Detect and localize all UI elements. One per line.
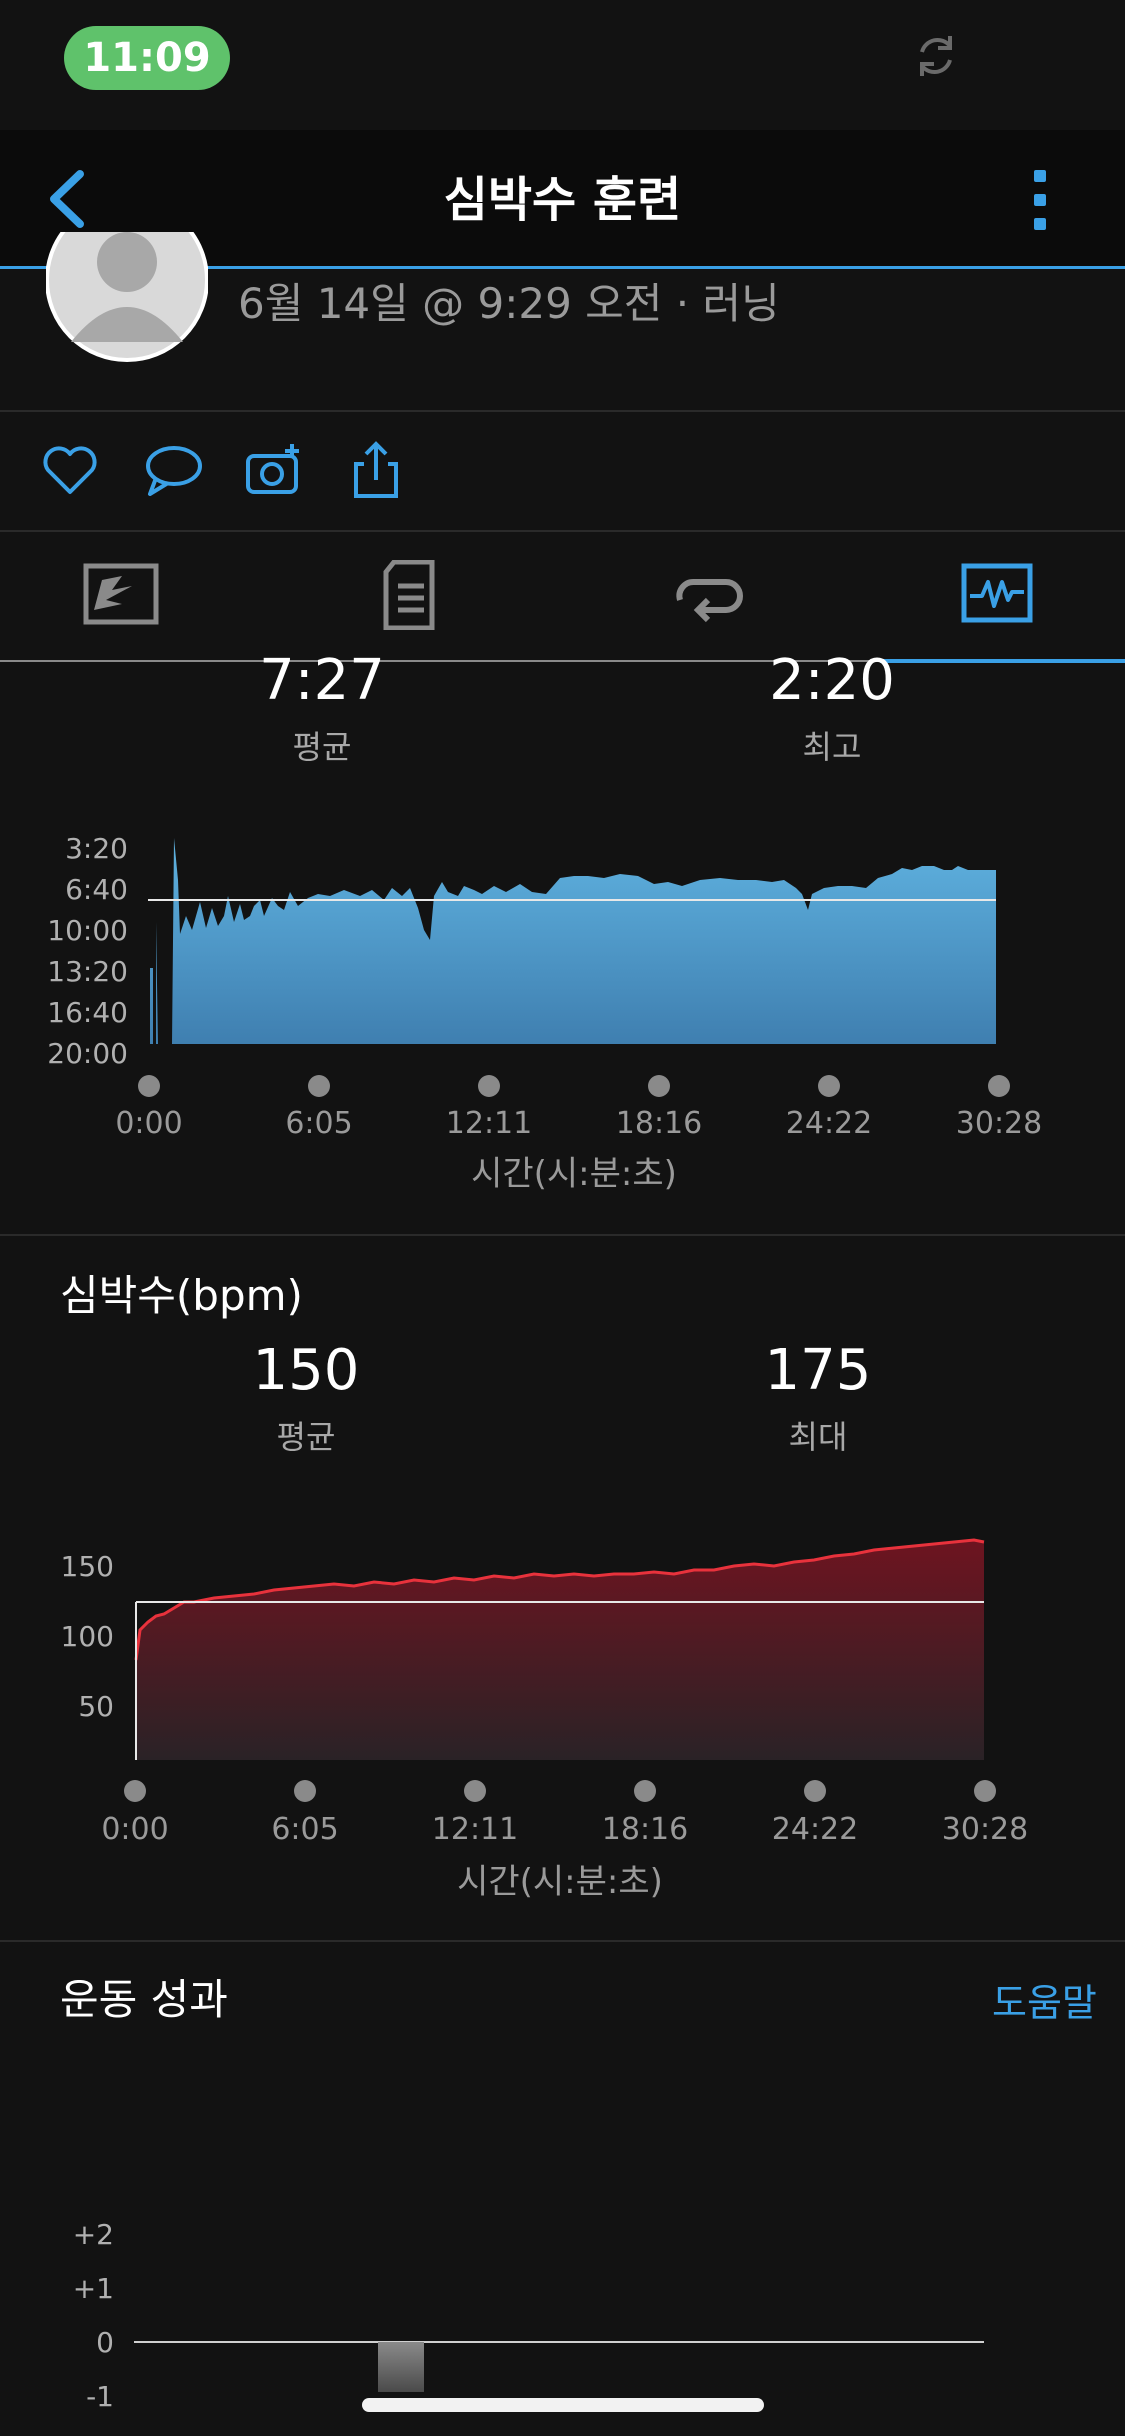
home-indicator[interactable] xyxy=(362,2398,764,2412)
performance-title: 운동 성과 xyxy=(60,1975,228,2024)
perf-y-tick: +1 xyxy=(72,2272,114,2305)
divider xyxy=(0,530,1125,532)
pace-x-tick-dot xyxy=(988,1075,1010,1097)
hr-y-tick: 100 xyxy=(60,1620,114,1653)
add-photo-icon[interactable] xyxy=(244,440,304,500)
hr-x-tick-dot xyxy=(804,1780,826,1802)
tab-charts-icon[interactable] xyxy=(960,560,1040,630)
page-title: 심박수 훈련 xyxy=(443,172,682,228)
pace-y-tick: 20:00 xyxy=(47,1037,128,1070)
performance-chart xyxy=(134,2341,984,2392)
hr-area xyxy=(136,1540,984,1760)
pace-x-axis-title: 시간(시:분:초) xyxy=(471,1154,677,1194)
pace-x-tick: 6:05 xyxy=(285,1106,353,1141)
tab-map-icon[interactable] xyxy=(82,560,162,630)
sync-icon xyxy=(920,36,952,76)
tab-details-icon[interactable] xyxy=(374,560,454,630)
pace-x-tick-dot xyxy=(818,1075,840,1097)
pace-chart xyxy=(148,838,996,1044)
pace-best-label: 최고 xyxy=(802,728,862,766)
heart-rate-chart xyxy=(134,1538,985,1760)
hr-x-tick-dot xyxy=(294,1780,316,1802)
hr-x-tick: 0:00 xyxy=(101,1812,169,1847)
hr-x-tick: 30:28 xyxy=(941,1812,1029,1847)
pace-y-tick: 10:00 xyxy=(47,914,128,947)
like-icon[interactable] xyxy=(40,440,100,500)
hr-max-value: 175 xyxy=(764,1338,872,1403)
hr-x-tick-dot xyxy=(464,1780,486,1802)
heart-rate-title: 심박수(bpm) xyxy=(60,1271,303,1320)
hr-x-tick: 24:22 xyxy=(771,1812,859,1847)
pace-x-tick-dot xyxy=(648,1075,670,1097)
pace-x-tick: 18:16 xyxy=(615,1106,703,1141)
pace-x-tick-dot xyxy=(308,1075,330,1097)
avatar xyxy=(46,232,208,362)
more-options-button[interactable] xyxy=(1020,164,1060,234)
pace-x-tick: 30:28 xyxy=(955,1106,1043,1141)
perf-bar xyxy=(378,2342,424,2392)
pace-y-tick: 3:20 xyxy=(65,832,128,865)
perf-y-tick: -1 xyxy=(86,2380,114,2413)
hr-x-axis-title: 시간(시:분:초) xyxy=(457,1862,663,1902)
divider xyxy=(0,1940,1125,1942)
perf-y-tick: 0 xyxy=(96,2326,114,2359)
perf-y-tick: +2 xyxy=(72,2218,114,2251)
hr-max-label: 최대 xyxy=(788,1418,848,1456)
hr-y-tick: 150 xyxy=(60,1550,114,1583)
pace-x-tick-dot xyxy=(478,1075,500,1097)
divider xyxy=(0,410,1125,412)
status-time: 11:09 xyxy=(64,26,230,90)
pace-y-tick: 16:40 xyxy=(47,996,128,1029)
share-icon[interactable] xyxy=(346,440,406,500)
hr-x-tick-dot xyxy=(634,1780,656,1802)
divider xyxy=(0,1234,1125,1236)
help-link[interactable]: 도움말 xyxy=(992,1972,1097,2027)
pace-average-value: 7:27 xyxy=(259,648,385,713)
hr-average-value: 150 xyxy=(252,1338,360,1403)
pace-x-tick: 24:22 xyxy=(785,1106,873,1141)
hr-x-tick: 12:11 xyxy=(431,1812,519,1847)
pace-x-tick: 12:11 xyxy=(445,1106,533,1141)
activity-subtitle: 6월 14일 @ 9:29 오전 · 러닝 xyxy=(238,279,780,328)
hr-x-tick: 18:16 xyxy=(601,1812,689,1847)
hr-x-tick-dot xyxy=(974,1780,996,1802)
pace-area xyxy=(150,838,996,1044)
pace-best-value: 2:20 xyxy=(769,648,895,713)
hr-x-tick: 6:05 xyxy=(271,1812,339,1847)
hr-average-label: 평균 xyxy=(276,1418,336,1456)
pace-y-tick: 13:20 xyxy=(47,955,128,988)
hr-x-tick-dot xyxy=(124,1780,146,1802)
comment-icon[interactable] xyxy=(142,440,202,500)
hr-y-tick: 50 xyxy=(78,1690,114,1723)
pace-x-tick-dot xyxy=(138,1075,160,1097)
pace-x-tick: 0:00 xyxy=(115,1106,183,1141)
pace-y-tick: 6:40 xyxy=(65,873,128,906)
pace-average-label: 평균 xyxy=(292,728,352,766)
tab-laps-icon[interactable] xyxy=(668,560,748,630)
